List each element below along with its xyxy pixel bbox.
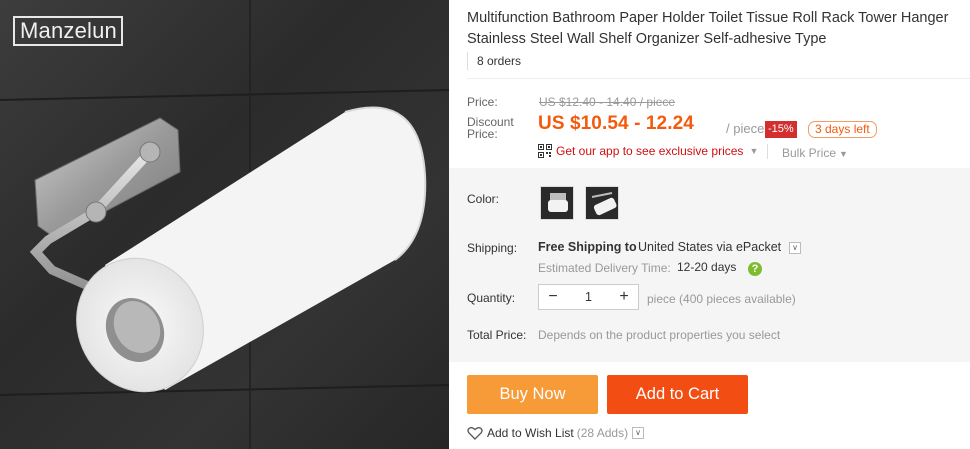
total-price-label: Total Price: [467, 328, 527, 342]
app-promo-link[interactable]: Get our app to see exclusive prices ▼ [538, 144, 758, 158]
quantity-label: Quantity: [467, 291, 516, 305]
check-circle-icon: ? [748, 262, 762, 276]
delivery-label: Estimated Delivery Time: [538, 261, 671, 275]
color-swatch-1[interactable] [540, 186, 574, 220]
bulk-price-label: Bulk Price [782, 146, 837, 160]
qr-code-icon [538, 144, 552, 158]
buy-now-button[interactable]: Buy Now [467, 375, 598, 414]
quantity-input[interactable]: 1 [567, 285, 610, 309]
free-shipping-text: Free Shipping to [538, 240, 637, 254]
quantity-stepper[interactable]: − 1 + [538, 284, 639, 310]
app-promo-text: Get our app to see exclusive prices [556, 144, 744, 158]
color-swatch-2[interactable] [585, 186, 619, 220]
price-unit: / piece [726, 121, 765, 136]
discount-badge: -15% [765, 121, 797, 138]
options-panel: Color: Shipping: Free Shipping to United… [449, 168, 970, 362]
heart-icon [467, 427, 483, 440]
add-to-wishlist-link[interactable]: Add to Wish List (28 Adds) ∨ [467, 426, 645, 440]
product-image[interactable]: Manzelun [0, 0, 449, 449]
original-price: US $12.40 - 14.40 / piece [539, 95, 676, 109]
wishlist-label: Add to Wish List [487, 426, 574, 440]
product-info: Multifunction Bathroom Paper Holder Toil… [449, 0, 970, 449]
delivery-days: 12-20 days [677, 260, 737, 274]
color-label: Color: [467, 192, 500, 206]
add-to-cart-button[interactable]: Add to Cart [607, 375, 748, 414]
total-price-value: Depends on the product properties you se… [538, 328, 781, 342]
swatch-thumbnail [586, 187, 618, 219]
shipping-label: Shipping: [467, 241, 518, 255]
product-title: Multifunction Bathroom Paper Holder Toil… [467, 10, 949, 47]
divider [467, 78, 970, 79]
order-count: 8 orders [467, 52, 521, 70]
brand-logo: Manzelun [13, 16, 123, 46]
chevron-down-icon[interactable]: ∨ [789, 242, 801, 254]
swatch-thumbnail [541, 187, 573, 219]
divider [767, 144, 768, 159]
quantity-decrease-button[interactable]: − [539, 285, 567, 309]
discount-price-label-line2: Price: [467, 127, 498, 141]
shipping-destination[interactable]: United States via ePacket [638, 240, 781, 254]
bulk-price-dropdown[interactable]: Bulk Price ▼ [782, 146, 848, 160]
chevron-down-icon: ▼ [839, 149, 848, 159]
discount-price: US $10.54 - 12.24 [538, 113, 694, 134]
chevron-down-icon: ▼ [749, 146, 759, 156]
paper-towel-holder-photo [0, 0, 449, 449]
chevron-down-icon[interactable]: ∨ [632, 427, 645, 439]
price-label: Price: [467, 95, 498, 109]
quantity-availability: piece (400 pieces available) [647, 292, 796, 306]
days-left-badge: 3 days left [808, 121, 877, 138]
quantity-increase-button[interactable]: + [610, 285, 638, 309]
wishlist-count: (28 Adds) [576, 426, 629, 440]
